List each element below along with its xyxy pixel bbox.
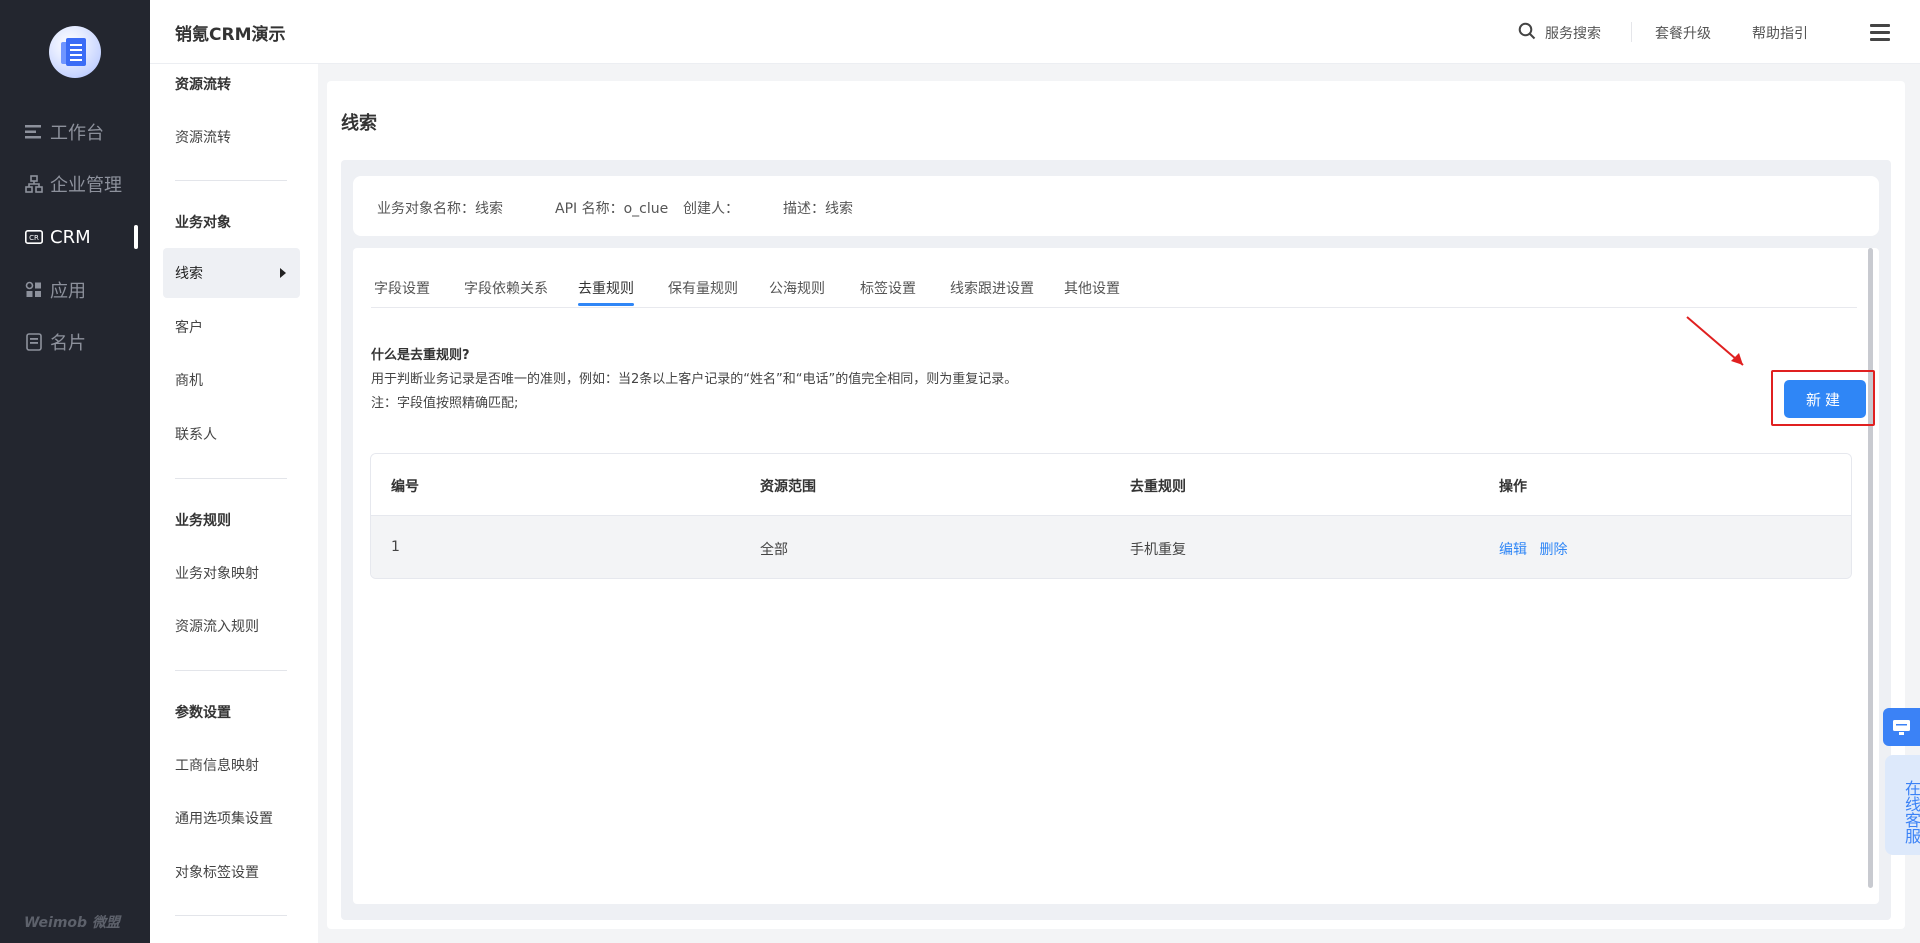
tab-tag-settings[interactable]: 标签设置 — [860, 278, 916, 298]
highlight-box: 新建 — [1771, 370, 1875, 426]
brand-logo: Weimob 微盟 — [24, 915, 120, 931]
dedup-explanation: 什么是去重规则? 用于判断业务记录是否唯一的准则，例如：当2条以上客户记录的“姓… — [371, 344, 1017, 416]
col-header-id: 编号 — [391, 479, 419, 495]
card-icon — [24, 332, 44, 352]
delete-link[interactable]: 删除 — [1539, 542, 1567, 558]
divider — [175, 180, 287, 181]
cell-scope: 全部 — [760, 542, 788, 558]
main-panel: 线索 业务对象名称：线索 API 名称：o_clue 创建人： 描述：线索 字段… — [327, 81, 1905, 929]
svg-text:CR: CR — [29, 234, 39, 242]
object-info-card: 业务对象名称：线索 API 名称：o_clue 创建人： 描述：线索 — [353, 176, 1879, 236]
settings-sidebar: 资源流转 资源流转 业务对象 线索 客户 商机 联系人 业务规则 业务对象映射 … — [150, 64, 318, 943]
apps-icon — [24, 280, 44, 300]
object-name: 业务对象名称：线索 — [377, 201, 503, 217]
online-support-button[interactable]: 在线客服 — [1885, 755, 1920, 855]
nav-item-enterprise[interactable]: 企业管理 — [0, 164, 150, 204]
new-rule-button[interactable]: 新建 — [1784, 380, 1866, 418]
col-header-rule: 去重规则 — [1130, 479, 1186, 495]
tab-retention-rules[interactable]: 保有量规则 — [668, 278, 738, 298]
dedup-rules-table: 编号 资源范围 去重规则 操作 1 全部 手机重复 编辑 删除 — [370, 453, 1852, 579]
explanation-note: 注：字段值按照精确匹配; — [371, 396, 519, 411]
tab-field-dependencies[interactable]: 字段依赖关系 — [464, 278, 548, 298]
divider — [175, 478, 287, 479]
top-header: 销氪CRM演示 服务搜索 套餐升级 帮助指引 — [150, 0, 1920, 64]
table-row: 1 全部 手机重复 编辑 删除 — [371, 516, 1851, 578]
help-guide-link[interactable]: 帮助指引 — [1752, 23, 1808, 43]
sidebar-item-customers[interactable]: 客户 — [163, 302, 300, 352]
crm-icon: CR — [24, 227, 44, 247]
nav-item-workbench[interactable]: 工作台 — [0, 112, 150, 152]
app-title: 销氪CRM演示 — [175, 25, 286, 45]
col-header-actions: 操作 — [1499, 479, 1527, 495]
nav-label: CRM — [50, 226, 91, 248]
divider — [175, 915, 287, 916]
nav-label: 名片 — [50, 333, 86, 354]
nav-label: 工作台 — [50, 123, 104, 144]
sidebar-item-opportunities[interactable]: 商机 — [163, 355, 300, 405]
col-header-scope: 资源范围 — [760, 479, 816, 495]
group-title-resource-flow: 资源流转 — [175, 77, 231, 93]
sidebar-item-inflow-rules[interactable]: 资源流入规则 — [163, 601, 300, 651]
caret-right-icon — [280, 268, 286, 278]
nav-label: 企业管理 — [50, 175, 122, 196]
edit-link[interactable]: 编辑 — [1499, 542, 1527, 558]
tab-pool-rules[interactable]: 公海规则 — [769, 278, 825, 298]
logo-doc-front — [66, 38, 86, 66]
annotation-arrow-icon — [1686, 316, 1744, 366]
service-search-link[interactable]: 服务搜索 — [1545, 23, 1601, 43]
active-tab-underline — [578, 303, 634, 306]
description: 描述：线索 — [783, 201, 853, 217]
api-name: API 名称：o_clue — [555, 201, 669, 217]
tab-field-settings[interactable]: 字段设置 — [374, 278, 430, 298]
page-title: 线索 — [341, 113, 377, 134]
sidebar-item-leads[interactable]: 线索 — [163, 248, 300, 298]
active-indicator — [134, 225, 138, 249]
sidebar-item-object-tags[interactable]: 对象标签设置 — [163, 847, 300, 897]
sidebar-item-resource-flow[interactable]: 资源流转 — [163, 112, 300, 162]
cell-actions: 编辑 删除 — [1499, 539, 1567, 559]
group-title-business-objects: 业务对象 — [175, 215, 231, 231]
creator: 创建人： — [683, 201, 739, 217]
app-logo[interactable] — [49, 26, 101, 78]
nav-item-card[interactable]: 名片 — [0, 322, 150, 362]
cell-id: 1 — [391, 539, 400, 555]
cell-rule: 手机重复 — [1130, 542, 1186, 558]
plan-upgrade-link[interactable]: 套餐升级 — [1655, 23, 1711, 43]
group-title-params: 参数设置 — [175, 705, 231, 721]
rules-content: 字段设置 字段依赖关系 去重规则 保有量规则 公海规则 标签设置 线索跟进设置 … — [353, 248, 1879, 904]
sidebar-item-contacts[interactable]: 联系人 — [163, 409, 300, 459]
search-icon[interactable] — [1518, 22, 1536, 44]
sidebar-item-object-mapping[interactable]: 业务对象映射 — [163, 548, 300, 598]
tab-followup-settings[interactable]: 线索跟进设置 — [950, 278, 1034, 298]
left-navigation: 工作台 企业管理 CR CRM 应用 名片 Weimob 微盟 — [0, 0, 150, 943]
vertical-scrollbar[interactable] — [1868, 248, 1873, 888]
menu-icon[interactable] — [1870, 24, 1890, 42]
sidebar-item-business-info-mapping[interactable]: 工商信息映射 — [163, 740, 300, 790]
nav-item-apps[interactable]: 应用 — [0, 270, 150, 310]
group-title-business-rules: 业务规则 — [175, 513, 231, 529]
org-icon — [24, 174, 44, 194]
divider — [175, 670, 287, 671]
tab-dedup-rules[interactable]: 去重规则 — [578, 278, 634, 306]
chat-icon[interactable] — [1883, 708, 1920, 746]
explanation-question: 什么是去重规则? — [371, 348, 470, 363]
list-icon — [24, 122, 44, 142]
tab-other-settings[interactable]: 其他设置 — [1064, 278, 1120, 298]
settings-tabs: 字段设置 字段依赖关系 去重规则 保有量规则 公海规则 标签设置 线索跟进设置 … — [371, 272, 1857, 308]
explanation-text: 用于判断业务记录是否唯一的准则，例如：当2条以上客户记录的“姓名”和“电话”的值… — [371, 372, 1018, 387]
nav-label: 应用 — [50, 281, 86, 302]
header-divider — [1631, 22, 1632, 42]
nav-item-crm[interactable]: CR CRM — [0, 217, 150, 257]
table-header: 编号 资源范围 去重规则 操作 — [371, 454, 1851, 516]
sidebar-item-option-sets[interactable]: 通用选项集设置 — [163, 793, 300, 843]
